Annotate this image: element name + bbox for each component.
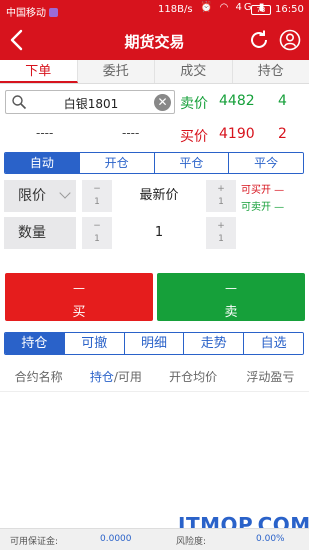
- account-footer: 可用保证金: 0.0000 风险度: 0.00%: [0, 528, 309, 550]
- buy-price-value[interactable]: 4190: [219, 126, 255, 142]
- buy-button[interactable]: — 买: [5, 273, 153, 321]
- carrier-label: 中国移动: [6, 4, 58, 19]
- main-tabs: 下单 委托 成交 持仓: [0, 60, 309, 84]
- battery-icon: 73: [251, 5, 271, 15]
- quantity-plus-button[interactable]: + 1: [206, 217, 236, 249]
- sell-button-price: —: [225, 281, 237, 295]
- quantity-minus-button[interactable]: − 1: [82, 217, 112, 249]
- price-type-select[interactable]: 限价: [4, 180, 76, 212]
- price-minus-button[interactable]: − 1: [82, 180, 112, 212]
- positions-table-header: 合约名称 持仓/可用 开仓均价 浮动盈亏: [0, 362, 309, 392]
- can-sell-open: 可卖开 —: [241, 202, 285, 213]
- segment-auto[interactable]: 自动: [5, 153, 80, 173]
- segment-cancellable[interactable]: 可撤: [64, 333, 125, 354]
- tab-entrust[interactable]: 委托: [78, 60, 155, 83]
- risk-label: 风险度:: [176, 537, 207, 547]
- segment-open[interactable]: 开仓: [79, 153, 155, 173]
- order-type-segment: 自动 开仓 平仓 平今: [4, 152, 304, 174]
- buy-button-label: 买: [72, 305, 86, 320]
- segment-watchlist[interactable]: 自选: [244, 333, 303, 354]
- notification-icon: [49, 8, 58, 17]
- user-icon[interactable]: [279, 29, 301, 51]
- tab-order[interactable]: 下单: [0, 60, 78, 83]
- col-contract-name[interactable]: 合约名称: [0, 362, 77, 391]
- tab-deals[interactable]: 成交: [155, 60, 233, 83]
- quantity-stepper: − 1 1 + 1: [82, 217, 236, 249]
- app-header: 期货交易: [0, 20, 309, 60]
- chevron-down-icon: [59, 187, 71, 199]
- buy-quantity: 2: [278, 126, 287, 142]
- clock: 16:50: [275, 4, 304, 15]
- col-position-available[interactable]: 持仓/可用: [77, 362, 154, 391]
- placeholder-right: ----: [122, 126, 140, 140]
- price-type-label: 限价: [18, 188, 46, 204]
- price-input[interactable]: 最新价: [112, 180, 206, 212]
- sell-button-label: 卖: [224, 305, 238, 320]
- status-bar: 中国移动 118B/s ⏰ ◠ 4G ▮ 73 16:50: [0, 0, 309, 20]
- buy-price-label: 买价: [180, 129, 208, 145]
- segment-close-today[interactable]: 平今: [229, 153, 303, 173]
- segment-close[interactable]: 平仓: [154, 153, 230, 173]
- info-segment: 持仓 可撤 明细 走势 自选: [4, 332, 304, 355]
- quantity-label-box: 数量: [4, 217, 76, 249]
- sell-quantity: 4: [278, 93, 287, 109]
- clear-icon[interactable]: ✕: [154, 94, 171, 111]
- sell-button[interactable]: — 卖: [157, 273, 305, 321]
- network-speed: 118B/s: [158, 4, 193, 15]
- refresh-icon[interactable]: [248, 29, 270, 51]
- buy-button-price: —: [73, 281, 85, 295]
- can-buy-open: 可买开 —: [241, 185, 285, 196]
- col-floating-pnl[interactable]: 浮动盈亏: [232, 362, 309, 391]
- risk-value: 0.00%: [256, 534, 285, 544]
- segment-details[interactable]: 明细: [124, 333, 185, 354]
- sell-price-label: 卖价: [180, 96, 208, 112]
- segment-trend[interactable]: 走势: [184, 333, 245, 354]
- segment-positions[interactable]: 持仓: [5, 333, 65, 354]
- sell-price-value[interactable]: 4482: [219, 93, 255, 109]
- price-plus-button[interactable]: + 1: [206, 180, 236, 212]
- price-stepper: − 1 最新价 + 1: [82, 180, 236, 212]
- quantity-label: 数量: [18, 225, 46, 241]
- contract-search-input[interactable]: 白银1801 ✕: [5, 90, 175, 114]
- col-open-avg-price[interactable]: 开仓均价: [155, 362, 232, 391]
- quantity-input[interactable]: 1: [112, 217, 206, 249]
- contract-name: 白银1801: [63, 97, 119, 111]
- tab-positions[interactable]: 持仓: [233, 60, 310, 83]
- placeholder-left: ----: [36, 126, 54, 140]
- margin-label: 可用保证金:: [10, 537, 59, 547]
- margin-value: 0.0000: [100, 534, 132, 544]
